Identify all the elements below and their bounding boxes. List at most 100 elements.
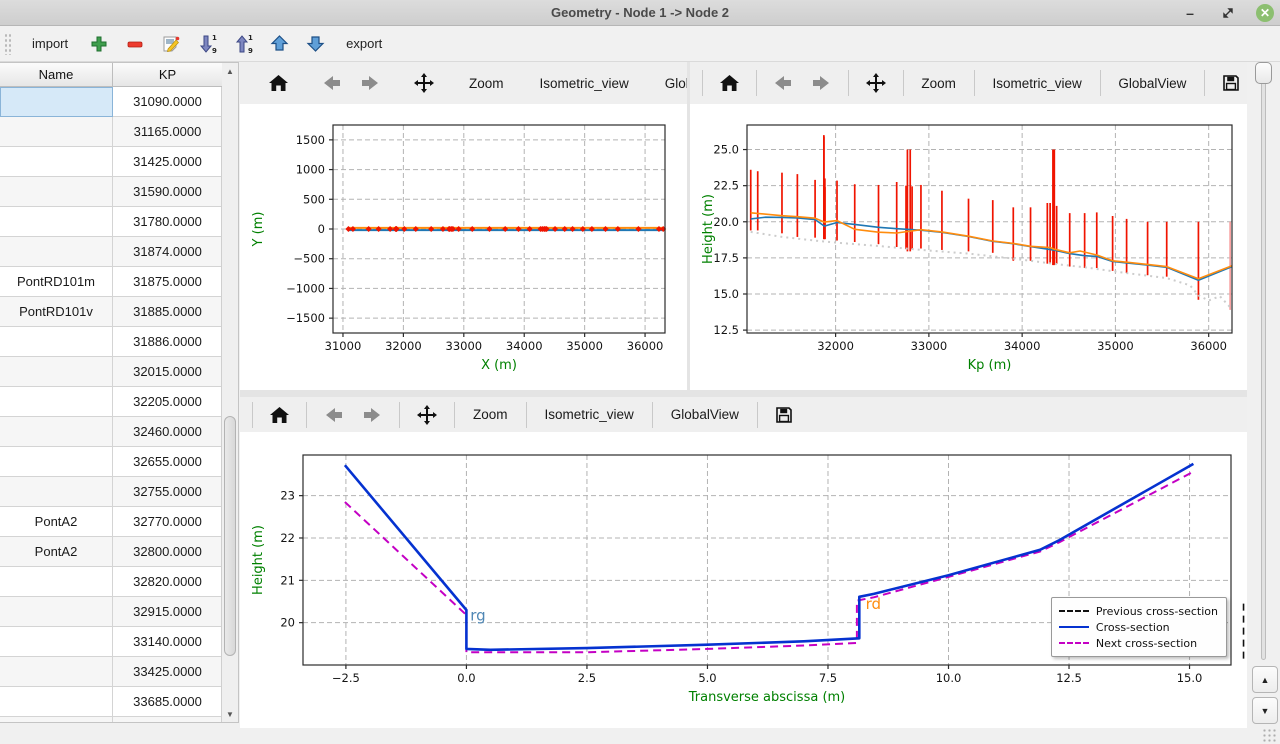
cell-kp[interactable]: 31165.0000 bbox=[113, 117, 222, 147]
cell-name[interactable] bbox=[0, 357, 113, 387]
move-down-button[interactable] bbox=[302, 31, 328, 57]
zoom-button[interactable]: Zoom bbox=[913, 72, 964, 95]
sort-ascending-button[interactable]: 1 9 bbox=[230, 31, 256, 57]
cell-kp[interactable]: 31590.0000 bbox=[113, 177, 222, 207]
cell-name[interactable] bbox=[0, 567, 113, 597]
panel-up-button[interactable]: ▲ bbox=[1252, 666, 1278, 693]
cell-name[interactable] bbox=[0, 717, 113, 723]
isometric-view-button[interactable]: Isometric_view bbox=[984, 72, 1089, 95]
cell-kp[interactable]: 31874.0000 bbox=[113, 237, 222, 267]
save-button[interactable] bbox=[1215, 70, 1247, 96]
cell-name[interactable] bbox=[0, 597, 113, 627]
cell-kp[interactable]: 31875.0000 bbox=[113, 267, 222, 297]
cell-name[interactable] bbox=[0, 657, 113, 687]
restore-button[interactable] bbox=[1218, 3, 1238, 23]
remove-section-button[interactable] bbox=[122, 31, 148, 57]
export-button[interactable]: export bbox=[338, 32, 390, 55]
scrollbar-thumb[interactable] bbox=[224, 416, 236, 656]
svg-text:−2.5: −2.5 bbox=[332, 671, 360, 685]
sort-descending-button[interactable]: 1 9 bbox=[194, 31, 220, 57]
back-button[interactable] bbox=[317, 402, 351, 428]
home-button[interactable] bbox=[262, 70, 295, 96]
cell-kp[interactable]: 32460.0000 bbox=[113, 417, 222, 447]
globalview-button[interactable]: GlobalView bbox=[663, 403, 747, 426]
cell-name[interactable] bbox=[0, 687, 113, 717]
cell-name[interactable] bbox=[0, 87, 113, 117]
cell-name[interactable]: PontRD101m bbox=[0, 267, 113, 297]
cell-name[interactable]: PontRD101v bbox=[0, 297, 113, 327]
cell-name[interactable] bbox=[0, 447, 113, 477]
home-button[interactable] bbox=[263, 402, 296, 428]
import-button[interactable]: import bbox=[24, 32, 76, 55]
save-button[interactable] bbox=[768, 402, 800, 428]
cross-section-plot-canvas[interactable]: −2.50.02.55.07.510.012.515.023222120Tran… bbox=[240, 432, 1247, 728]
cell-name[interactable] bbox=[0, 177, 113, 207]
cell-kp[interactable]: 32915.0000 bbox=[113, 597, 222, 627]
pan-button[interactable] bbox=[410, 401, 444, 429]
minimize-button[interactable]: – bbox=[1180, 3, 1200, 23]
cell-name[interactable]: PontA2 bbox=[0, 537, 113, 567]
xy-plot-canvas[interactable]: 3100032000330003400035000360001500100050… bbox=[240, 104, 687, 390]
isometric-view-button[interactable]: Isometric_view bbox=[537, 403, 642, 426]
cell-kp[interactable]: 32800.0000 bbox=[113, 537, 222, 567]
resize-grip[interactable] bbox=[1262, 728, 1276, 742]
cell-name[interactable] bbox=[0, 477, 113, 507]
cell-name[interactable] bbox=[0, 417, 113, 447]
cell-kp[interactable]: 33425.0000 bbox=[113, 657, 222, 687]
zoom-button[interactable]: Zoom bbox=[465, 403, 516, 426]
column-header-name[interactable]: Name bbox=[0, 63, 113, 86]
cell-kp[interactable]: 31425.0000 bbox=[113, 147, 222, 177]
slider-handle[interactable] bbox=[1255, 62, 1272, 84]
cell-name[interactable] bbox=[0, 327, 113, 357]
cell-kp[interactable] bbox=[113, 717, 222, 723]
cell-kp[interactable]: 31886.0000 bbox=[113, 327, 222, 357]
back-button[interactable] bbox=[315, 70, 349, 96]
forward-button[interactable] bbox=[355, 402, 389, 428]
cell-name[interactable] bbox=[0, 207, 113, 237]
pan-button[interactable] bbox=[407, 69, 441, 97]
svg-text:32000: 32000 bbox=[817, 339, 854, 353]
cell-kp[interactable]: 31780.0000 bbox=[113, 207, 222, 237]
back-button[interactable] bbox=[766, 70, 800, 96]
toolbar-drag-handle[interactable] bbox=[4, 33, 12, 55]
cell-kp[interactable]: 32770.0000 bbox=[113, 507, 222, 537]
zoom-button[interactable]: Zoom bbox=[461, 72, 512, 95]
pan-icon bbox=[413, 72, 435, 94]
cell-kp[interactable]: 32205.0000 bbox=[113, 387, 222, 417]
cell-kp[interactable]: 32655.0000 bbox=[113, 447, 222, 477]
cell-name[interactable] bbox=[0, 387, 113, 417]
cell-kp[interactable]: 31090.0000 bbox=[113, 87, 222, 117]
vertical-slider[interactable] bbox=[1261, 66, 1266, 660]
legend-item: Next cross-section bbox=[1059, 635, 1218, 651]
svg-text:21: 21 bbox=[280, 573, 295, 587]
scroll-down-button[interactable]: ▼ bbox=[222, 706, 238, 722]
globalview-button[interactable]: GlobalView bbox=[1110, 72, 1194, 95]
cell-name[interactable] bbox=[0, 627, 113, 657]
cell-kp[interactable]: 31885.0000 bbox=[113, 297, 222, 327]
svg-text:34000: 34000 bbox=[1004, 339, 1041, 353]
profile-plot-toolbar: Zoom Isometric_view GlobalView bbox=[690, 62, 1247, 104]
add-section-button[interactable] bbox=[86, 31, 112, 57]
cell-name[interactable]: PontA2 bbox=[0, 507, 113, 537]
profile-plot-canvas[interactable]: 320003300034000350003600025.022.520.017.… bbox=[690, 104, 1247, 390]
move-up-button[interactable] bbox=[266, 31, 292, 57]
cell-kp[interactable]: 32820.0000 bbox=[113, 567, 222, 597]
table-scrollbar[interactable]: ▲ ▼ bbox=[221, 63, 238, 722]
cell-kp[interactable]: 33140.0000 bbox=[113, 627, 222, 657]
cell-name[interactable] bbox=[0, 147, 113, 177]
home-button[interactable] bbox=[713, 70, 746, 96]
isometric-view-button[interactable]: Isometric_view bbox=[532, 72, 637, 95]
pan-button[interactable] bbox=[859, 69, 893, 97]
edit-section-button[interactable] bbox=[158, 31, 184, 57]
cell-name[interactable] bbox=[0, 117, 113, 147]
cell-name[interactable] bbox=[0, 237, 113, 267]
forward-button[interactable] bbox=[804, 70, 838, 96]
forward-button[interactable] bbox=[353, 70, 387, 96]
panel-down-button[interactable]: ▼ bbox=[1252, 697, 1278, 724]
close-button[interactable]: ✕ bbox=[1256, 4, 1274, 22]
cell-kp[interactable]: 32755.0000 bbox=[113, 477, 222, 507]
cell-kp[interactable]: 32015.0000 bbox=[113, 357, 222, 387]
cell-kp[interactable]: 33685.0000 bbox=[113, 687, 222, 717]
column-header-kp[interactable]: KP bbox=[113, 63, 222, 86]
scroll-up-button[interactable]: ▲ bbox=[222, 63, 238, 79]
